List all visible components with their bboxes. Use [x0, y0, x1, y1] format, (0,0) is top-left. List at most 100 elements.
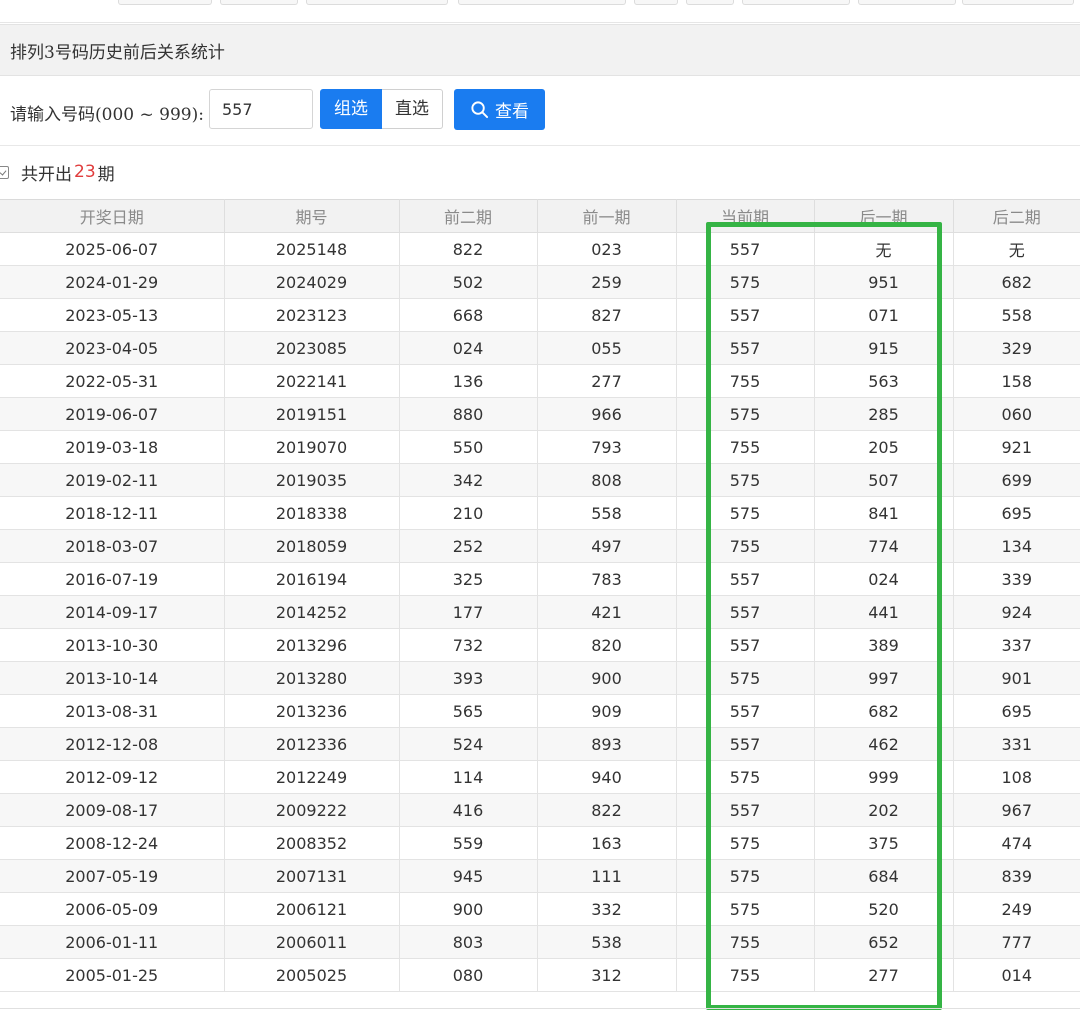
view-button[interactable]: 查看 [454, 89, 545, 130]
cell-current: 575 [675, 661, 815, 695]
cell-prev-2: 565 [398, 694, 538, 728]
cell-next-2: 921 [952, 430, 1080, 464]
table-row: 2006-01-11 2006011 803 538 755 652 777 [0, 925, 1080, 959]
cell-draw-date: 2006-05-09 [0, 892, 225, 926]
header-prev-2[interactable]: 前二期 [398, 199, 538, 233]
table-row: 2013-10-14 2013280 393 900 575 997 901 [0, 661, 1080, 695]
cell-prev-1: 783 [536, 562, 677, 596]
header-issue-no[interactable]: 期号 [223, 199, 400, 233]
cell-issue-no: 2022141 [223, 364, 400, 398]
cell-prev-2: 945 [398, 859, 538, 893]
cell-current: 557 [675, 628, 815, 662]
cell-issue-no: 2007131 [223, 859, 400, 893]
header-draw-date[interactable]: 开奖日期 [0, 199, 225, 233]
table-row: 2008-12-24 2008352 559 163 575 375 474 [0, 826, 1080, 860]
cell-current: 755 [675, 925, 815, 959]
top-tab[interactable] [858, 0, 956, 5]
table-row: 2023-04-05 2023085 024 055 557 915 329 [0, 331, 1080, 365]
cell-issue-no: 2016194 [223, 562, 400, 596]
header-current[interactable]: 当前期 [675, 199, 815, 233]
summary-suffix: 期 [97, 164, 115, 185]
cell-prev-1: 538 [536, 925, 677, 959]
cell-next-2: 901 [952, 661, 1080, 695]
cell-prev-2: 822 [398, 232, 538, 266]
cell-next-2: 329 [952, 331, 1080, 365]
top-tab[interactable] [634, 0, 678, 5]
table-row: 2012-12-08 2012336 524 893 557 462 331 [0, 727, 1080, 761]
header-next-1[interactable]: 后一期 [813, 199, 954, 233]
cell-current: 575 [675, 463, 815, 497]
direct-select-button[interactable]: 直选 [382, 89, 443, 129]
cell-next-2: 558 [952, 298, 1080, 332]
cell-next-2: 839 [952, 859, 1080, 893]
cell-next-2: 924 [952, 595, 1080, 629]
cell-draw-date: 2025-06-07 [0, 232, 225, 266]
cell-next-1: 024 [813, 562, 954, 596]
query-form: 请输入号码(000 ~ 999): 组选 直选 查看 [0, 75, 1080, 146]
cell-prev-1: 822 [536, 793, 677, 827]
cell-current: 575 [675, 892, 815, 926]
cell-issue-no: 2012336 [223, 727, 400, 761]
cell-current: 557 [675, 298, 815, 332]
cell-prev-2: 502 [398, 265, 538, 299]
top-tab[interactable] [742, 0, 850, 5]
cell-prev-1: 808 [536, 463, 677, 497]
cell-draw-date: 2005-01-25 [0, 958, 225, 992]
divider [0, 1008, 1080, 1009]
cell-next-1: 774 [813, 529, 954, 563]
cell-issue-no: 2008352 [223, 826, 400, 860]
top-tab[interactable] [220, 0, 298, 5]
cell-current: 557 [675, 727, 815, 761]
table-row: 2013-08-31 2013236 565 909 557 682 695 [0, 694, 1080, 728]
cell-next-1: 951 [813, 265, 954, 299]
cell-draw-date: 2012-09-12 [0, 760, 225, 794]
top-tab[interactable] [118, 0, 212, 5]
number-input[interactable] [209, 89, 313, 129]
cell-current: 575 [675, 496, 815, 530]
header-next-2[interactable]: 后二期 [952, 199, 1080, 233]
top-tab[interactable] [962, 0, 1074, 5]
view-button-label: 查看 [495, 102, 529, 122]
cell-next-2: 695 [952, 496, 1080, 530]
cell-issue-no: 2013280 [223, 661, 400, 695]
cell-next-1: 841 [813, 496, 954, 530]
top-tab[interactable] [458, 0, 626, 5]
cell-prev-2: 732 [398, 628, 538, 662]
cell-issue-no: 2019035 [223, 463, 400, 497]
cell-issue-no: 2014252 [223, 595, 400, 629]
cell-draw-date: 2023-04-05 [0, 331, 225, 365]
cell-next-2: 474 [952, 826, 1080, 860]
cell-next-2: 158 [952, 364, 1080, 398]
cell-current: 557 [675, 562, 815, 596]
cell-prev-1: 900 [536, 661, 677, 695]
header-prev-1[interactable]: 前一期 [536, 199, 677, 233]
cell-current: 557 [675, 694, 815, 728]
table-row: 2006-05-09 2006121 900 332 575 520 249 [0, 892, 1080, 926]
cell-issue-no: 2023123 [223, 298, 400, 332]
cell-prev-1: 259 [536, 265, 677, 299]
cell-next-1: 277 [813, 958, 954, 992]
cell-current: 557 [675, 232, 815, 266]
cell-draw-date: 2022-05-31 [0, 364, 225, 398]
cell-prev-2: 880 [398, 397, 538, 431]
top-tab[interactable] [686, 0, 734, 5]
cell-draw-date: 2008-12-24 [0, 826, 225, 860]
cell-draw-date: 2024-01-29 [0, 265, 225, 299]
table-row: 2022-05-31 2022141 136 277 755 563 158 [0, 364, 1080, 398]
search-icon [471, 101, 489, 119]
cell-current: 557 [675, 793, 815, 827]
cell-current: 575 [675, 760, 815, 794]
cell-draw-date: 2013-10-30 [0, 628, 225, 662]
cell-prev-1: 966 [536, 397, 677, 431]
cell-prev-1: 312 [536, 958, 677, 992]
cell-prev-1: 909 [536, 694, 677, 728]
group-select-button[interactable]: 组选 [320, 89, 382, 129]
top-tab[interactable] [306, 0, 448, 5]
cell-current: 557 [675, 331, 815, 365]
cell-next-2: 337 [952, 628, 1080, 662]
cell-next-1: 462 [813, 727, 954, 761]
cell-prev-2: 393 [398, 661, 538, 695]
cell-prev-1: 332 [536, 892, 677, 926]
cell-prev-2: 803 [398, 925, 538, 959]
cell-prev-2: 177 [398, 595, 538, 629]
